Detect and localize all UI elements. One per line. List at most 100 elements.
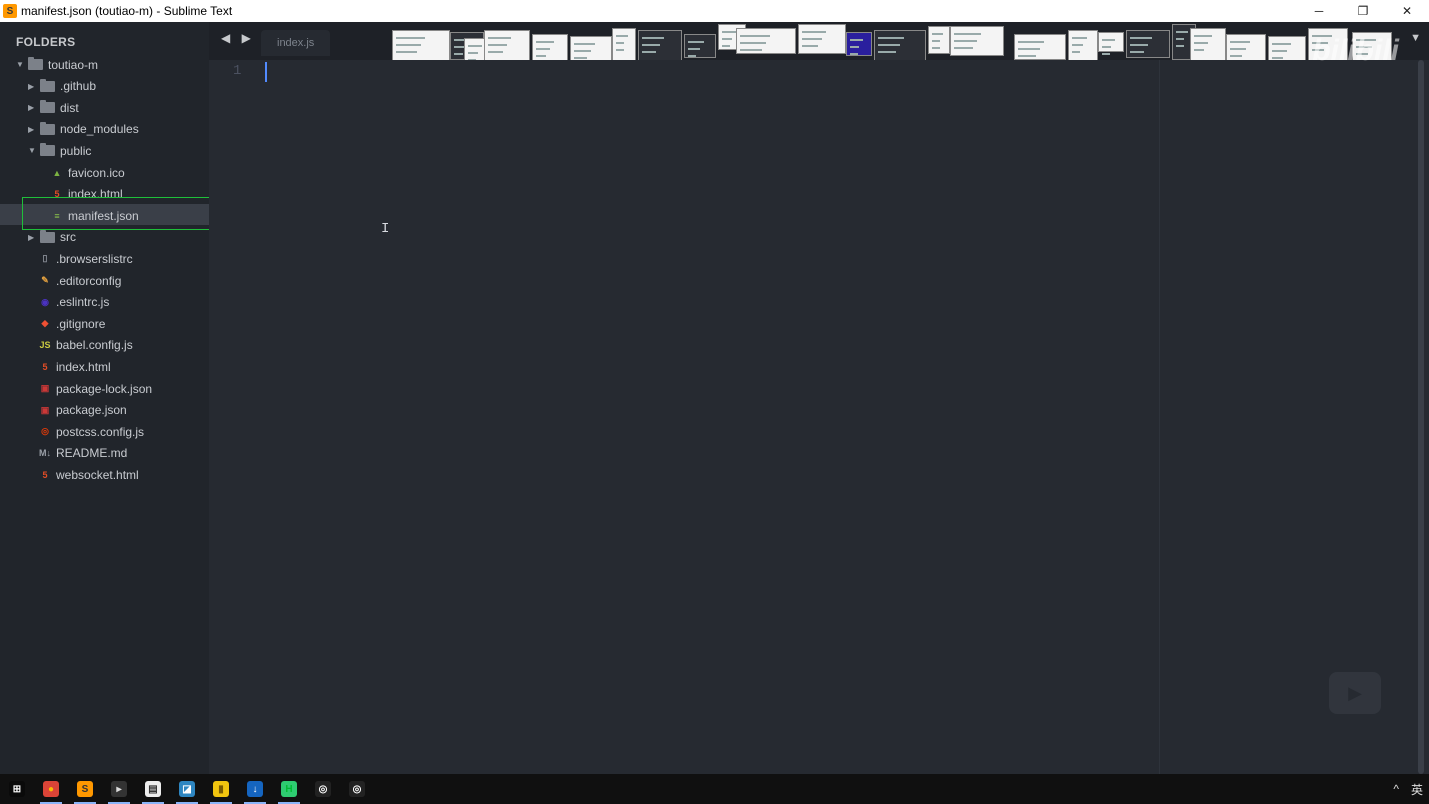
notes-icon: ▤ [145,781,161,797]
preview-line [396,37,425,39]
taskbar-hbuilder-button[interactable]: H [272,774,306,804]
start-icon: ⊞ [9,781,25,797]
chrome-icon: ● [43,781,59,797]
tree-item-label: .eslintrc.js [56,295,110,310]
tree-item[interactable]: ▯ .browserslistrc [28,248,133,269]
preview-line [688,41,704,43]
minimize-button[interactable]: ─ [1297,0,1341,22]
tree-item[interactable]: M↓ README.md [28,443,127,464]
tree-item-label: .gitignore [56,316,106,331]
preview-line [1176,38,1184,40]
line-number: 1 [233,63,242,79]
js-file-icon: JS [39,340,51,351]
window-preview-thumbnail[interactable] [532,34,568,62]
editor-scrollbar[interactable] [1418,60,1424,774]
preview-line [574,43,595,45]
window-preview-thumbnail[interactable] [1068,30,1098,62]
preview-line [488,51,503,53]
terminal-icon: ▸ [111,781,127,797]
preview-line [1194,42,1208,44]
file-icon: ▯ [42,253,48,264]
ruler-guide [1159,60,1160,774]
tab-nav-arrows[interactable]: ◀ ▶ [221,31,255,45]
obs-icon: ◎ [315,781,331,797]
preview-line [1072,51,1080,53]
window-preview-thumbnail[interactable] [874,30,926,62]
preview-line [1194,49,1204,51]
preview-line [932,40,940,42]
tree-item[interactable]: ▶ .github [28,76,96,97]
preview-line [1102,39,1115,41]
tree-item-label: dist [60,100,79,115]
window-preview-thumbnail[interactable] [928,26,950,54]
taskbar-obs-2-button[interactable]: ◎ [340,774,374,804]
preview-line [850,53,858,55]
preview-line [850,46,859,48]
window-preview-thumbnail[interactable] [1190,28,1226,62]
preview-line [574,57,587,59]
preview-line [616,49,624,51]
window-preview-thumbnail[interactable] [846,32,872,56]
taskbar-terminal-button[interactable]: ▸ [102,774,136,804]
tree-item[interactable]: ▲ favicon.ico [40,162,125,183]
tree-item[interactable]: ▼ toutiao-m [16,54,98,75]
tree-item[interactable]: ▣ package.json [28,400,127,421]
preview-line [688,48,700,50]
tree-item[interactable]: 5 index.html [28,356,110,377]
tree-item[interactable]: JS babel.config.js [28,335,132,356]
editor-area[interactable]: 1 I ▶ [209,60,1429,774]
bilibili-watermark: bilibili [1312,34,1399,67]
tree-item[interactable]: ✎ .editorconfig [28,270,121,291]
disclosure-arrow-icon[interactable]: ▼ [28,146,38,155]
taskbar-notes-button[interactable]: ▤ [136,774,170,804]
tree-item[interactable]: ▶ dist [28,97,79,118]
tab-index-js[interactable]: index.js [261,30,331,56]
html5-icon: 5 [42,361,48,372]
obs-icon-2: ◎ [349,781,365,797]
taskbar-files-button[interactable]: ▮ [204,774,238,804]
image-file-icon: ▲ [52,167,62,178]
disclosure-arrow-icon[interactable]: ▶ [28,125,38,134]
window-preview-thumbnail[interactable] [1268,36,1306,62]
taskbar-chrome-button[interactable]: ● [34,774,68,804]
taskbar-explorer-button[interactable]: ◪ [170,774,204,804]
tree-item[interactable]: ▼ public [28,140,91,161]
tree-item[interactable]: ◎ postcss.config.js [28,421,144,442]
window-preview-thumbnail[interactable] [1098,32,1124,55]
tab-dropdown-icon[interactable]: ▼ [1410,32,1421,44]
tree-item[interactable]: ◉ .eslintrc.js [28,292,109,313]
preview-line [396,44,421,46]
tray-expand-icon[interactable]: ^ [1393,782,1399,796]
maximize-button[interactable]: ❐ [1341,0,1385,22]
preview-line [954,33,981,35]
text-cursor [265,62,267,82]
taskbar-sublime-button[interactable]: S [68,774,102,804]
tree-item[interactable]: ▣ package-lock.json [28,378,152,399]
preview-line [488,44,507,46]
preview-line [1176,45,1184,47]
window-preview-thumbnail[interactable] [950,26,1004,56]
npm-icon: ▣ [40,404,50,415]
preview-line [396,51,417,53]
tree-item[interactable]: ▶ node_modules [28,119,139,140]
taskbar-start-button[interactable]: ⊞ [0,774,34,804]
window-preview-thumbnail[interactable] [736,28,796,54]
close-button[interactable]: ✕ [1385,0,1429,22]
disclosure-arrow-icon[interactable]: ▶ [28,103,38,112]
taskbar-obs-button[interactable]: ◎ [306,774,340,804]
window-preview-thumbnail[interactable] [798,24,846,54]
preview-line [1018,41,1044,43]
disclosure-arrow-icon[interactable]: ▶ [28,233,38,242]
ime-indicator[interactable]: 英 [1411,781,1423,798]
disclosure-arrow-icon[interactable]: ▶ [28,82,38,91]
window-preview-thumbnail[interactable] [1126,30,1170,58]
window-preview-thumbnail[interactable] [392,30,450,62]
window-preview-thumbnail[interactable] [1014,34,1066,60]
disclosure-arrow-icon[interactable]: ▼ [16,60,26,69]
preview-line [740,49,762,51]
tree-item[interactable]: 5 websocket.html [28,464,138,485]
tree-item[interactable]: ◆ .gitignore [28,313,106,334]
taskbar-download-button[interactable]: ↓ [238,774,272,804]
tree-item-label: README.md [56,446,128,461]
window-preview-thumbnail[interactable] [684,34,716,58]
